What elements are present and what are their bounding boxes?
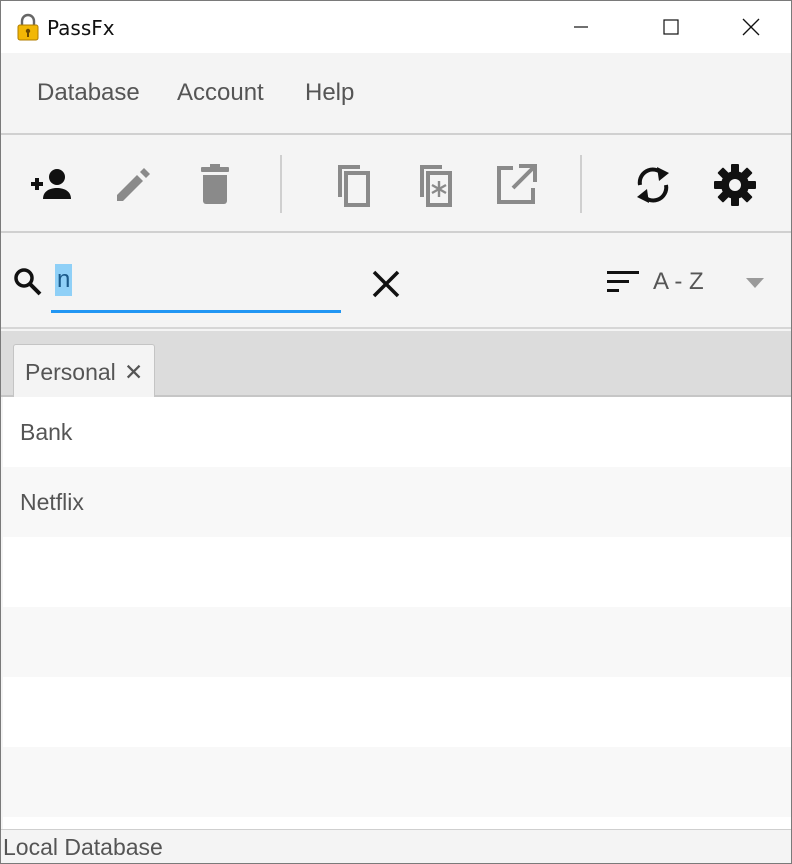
sync-button[interactable] xyxy=(627,159,679,211)
close-button[interactable] xyxy=(721,1,781,53)
tab-personal[interactable]: Personal ✕ xyxy=(13,344,155,397)
toolbar-separator xyxy=(280,155,282,213)
list-item-empty xyxy=(3,677,791,747)
lock-icon xyxy=(17,13,39,41)
list-item[interactable]: Bank xyxy=(3,397,791,467)
edit-icon xyxy=(117,168,150,201)
copy-username-button[interactable] xyxy=(326,159,378,211)
maximize-icon xyxy=(663,19,679,35)
tab-close-icon[interactable]: ✕ xyxy=(124,359,143,386)
open-url-icon xyxy=(497,164,537,204)
sync-icon xyxy=(637,167,669,203)
sort-order-select[interactable]: A - Z xyxy=(653,268,704,296)
status-text: Local Database xyxy=(3,834,163,860)
maximize-button[interactable] xyxy=(641,1,701,53)
toolbar-separator xyxy=(580,155,582,213)
search-input[interactable] xyxy=(51,259,341,313)
entry-list: Bank Netflix xyxy=(3,397,791,829)
tab-header-area: Personal ✕ xyxy=(1,331,791,397)
edit-entry-button[interactable] xyxy=(107,159,159,211)
open-url-button[interactable] xyxy=(490,159,542,211)
app-title: PassFx xyxy=(47,16,115,40)
search-bar: n A - Z xyxy=(1,233,791,329)
list-item-empty xyxy=(3,747,791,817)
clear-search-icon[interactable] xyxy=(369,267,403,301)
tab-label: Personal xyxy=(25,359,116,385)
add-user-icon xyxy=(31,169,71,199)
copy-password-button[interactable] xyxy=(408,159,460,211)
minimize-icon xyxy=(574,26,588,28)
minimize-button[interactable] xyxy=(551,1,611,53)
delete-entry-button[interactable] xyxy=(189,159,241,211)
copy-username-icon xyxy=(338,165,370,207)
settings-button[interactable] xyxy=(709,159,761,211)
list-item-empty xyxy=(3,607,791,677)
toolbar xyxy=(1,135,791,233)
chevron-down-icon[interactable] xyxy=(745,277,765,289)
menu-database[interactable]: Database xyxy=(37,79,140,107)
search-input-value: n xyxy=(55,264,73,296)
menu-help[interactable]: Help xyxy=(305,79,354,107)
menu-bar: Database Account Help xyxy=(1,53,791,135)
list-item-empty xyxy=(3,537,791,607)
title-bar: PassFx xyxy=(1,1,791,53)
status-bar: Local Database xyxy=(1,829,791,863)
search-icon xyxy=(14,268,42,296)
copy-password-icon xyxy=(420,165,452,207)
add-entry-button[interactable] xyxy=(25,159,77,211)
menu-account[interactable]: Account xyxy=(177,79,264,107)
sort-icon xyxy=(607,271,639,292)
close-icon xyxy=(742,18,760,36)
app-window: PassFx Database Account Help n A - Z Per… xyxy=(0,0,792,864)
gear-icon xyxy=(714,164,756,206)
delete-icon xyxy=(201,164,229,204)
list-item[interactable]: Netflix xyxy=(3,467,791,537)
